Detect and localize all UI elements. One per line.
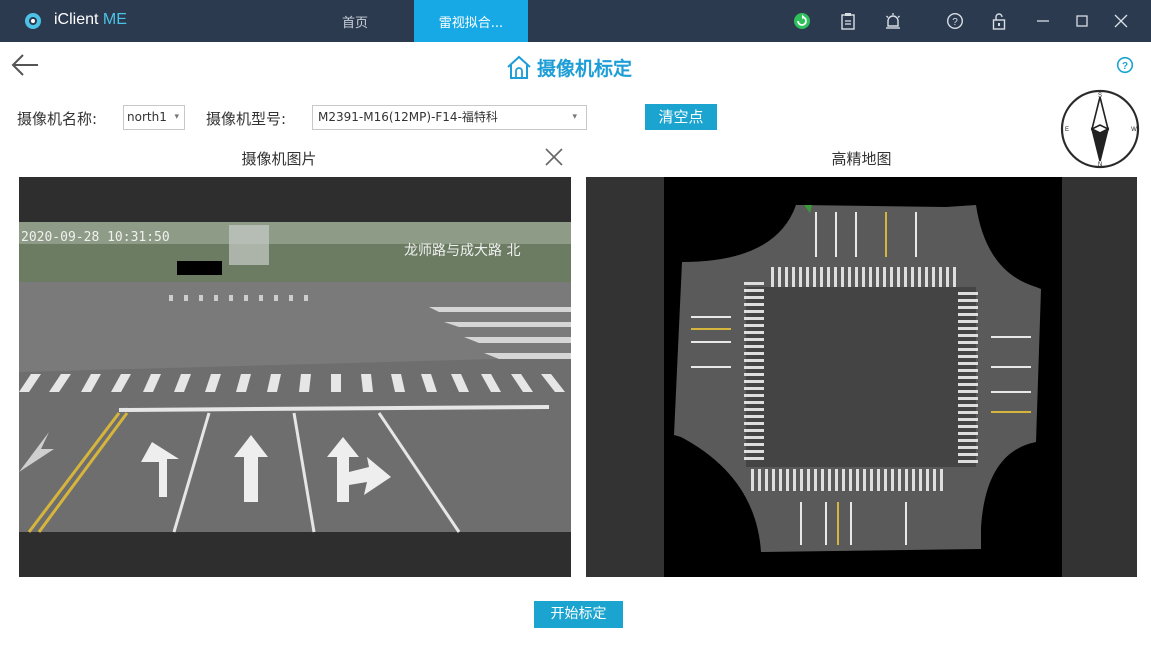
page-title-area: 摄像机标定 [505,53,632,81]
svg-text:龙师路与成大路 北: 龙师路与成大路 北 [404,243,520,259]
minimize-icon[interactable] [1032,10,1054,32]
hd-map-image[interactable] [586,177,1137,577]
lock-icon[interactable] [990,12,1008,30]
tab-home[interactable]: 首页 [320,0,390,42]
title-bar: iClient ME 首页 雷视拟合... ? [0,0,1151,42]
svg-text:W: W [1131,127,1137,133]
home-icon [507,55,531,79]
close-icon[interactable] [1110,10,1132,32]
maximize-icon[interactable] [1071,10,1093,32]
hd-map-panel[interactable] [586,177,1137,577]
svg-text:?: ? [1122,61,1128,72]
help-icon[interactable]: ? [946,12,964,30]
close-image-icon[interactable] [543,146,565,168]
camera-image[interactable]: 2020-09-28 10:31:50 龙师路与成大路 北 [19,177,571,577]
camera-image-title: 摄像机图片 [241,150,317,168]
svg-text:?: ? [952,17,958,28]
camera-model-label: 摄像机型号: [206,110,287,128]
chevron-down-icon: ▾ [572,112,577,122]
clipboard-icon[interactable] [839,12,857,30]
start-calibration-button[interactable]: 开始标定 [534,601,623,628]
hd-map-title: 高精地图 [831,150,892,168]
back-arrow-icon[interactable] [10,52,40,78]
clear-points-button[interactable]: 清空点 [645,104,717,130]
camera-name-label: 摄像机名称: [17,110,98,128]
chevron-down-icon: ▾ [174,112,179,122]
svg-text:S: S [1098,93,1102,99]
page-title: 摄像机标定 [537,57,633,80]
svg-text:E: E [1065,127,1069,133]
refresh-icon[interactable] [793,12,811,30]
svg-text:2020-09-28 10:31:50: 2020-09-28 10:31:50 [21,230,170,245]
alarm-icon[interactable] [884,12,902,30]
camera-name-select[interactable]: north1 ▾ [123,105,185,130]
app-logo-icon [25,13,41,29]
camera-image-panel[interactable]: 2020-09-28 10:31:50 龙师路与成大路 北 [19,177,571,577]
page-help-icon[interactable]: ? [1116,56,1134,74]
app-name: iClient ME [54,11,127,28]
tab-radar-video-fusion[interactable]: 雷视拟合... [414,0,528,42]
camera-model-select[interactable]: M2391-M16(12MP)-F14-福特科 ▾ [312,105,587,130]
